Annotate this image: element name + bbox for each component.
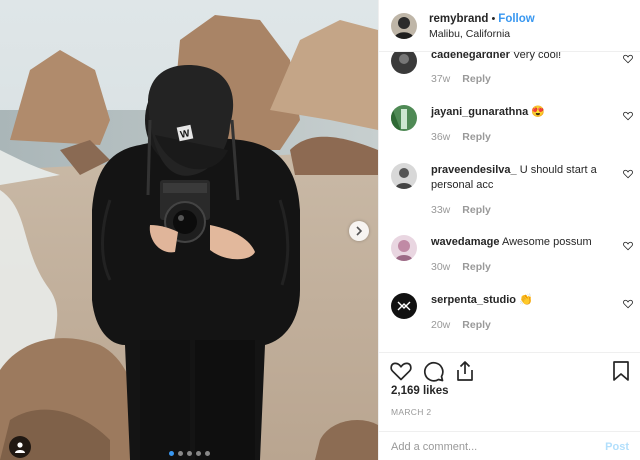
comment-text: serpenta_studio 👏 [431, 293, 616, 308]
reply-button[interactable]: Reply [462, 131, 491, 143]
commenter-avatar[interactable] [391, 235, 417, 261]
carousel-indicator [0, 451, 378, 456]
avatar-image [391, 105, 417, 131]
follow-button[interactable]: Follow [498, 13, 534, 25]
commenter-avatar[interactable] [391, 105, 417, 131]
photo-scene: W [0, 0, 378, 460]
comment-meta: 20w Reply [431, 319, 491, 331]
carousel-dot [195, 451, 201, 456]
comment-time[interactable]: 36w [431, 131, 450, 143]
post-comment-button[interactable]: Post [605, 441, 629, 453]
header-separator: • [491, 12, 496, 25]
comment-time[interactable]: 37w [431, 73, 450, 85]
reply-button[interactable]: Reply [462, 73, 491, 85]
comment-text: praveendesilva_ U should start a persona… [431, 163, 616, 193]
commenter-avatar[interactable] [391, 163, 417, 189]
comment-message: Awesome possum [501, 236, 592, 248]
comment-input[interactable] [391, 440, 606, 453]
heart-icon[interactable] [623, 111, 633, 121]
post-header: remybrand • Follow Malibu, California [379, 0, 640, 52]
comments-list[interactable]: cadenegardner Very cool! 37w Reply jayan… [379, 40, 640, 352]
bookmark-icon[interactable] [609, 359, 633, 383]
comment-text: wavedamage Awesome possum [431, 235, 616, 250]
chevron-right-icon [356, 226, 363, 236]
comment-meta: 36w Reply [431, 131, 491, 143]
heart-icon[interactable] [623, 169, 633, 179]
author-username[interactable]: remybrand [429, 13, 488, 25]
reply-button[interactable]: Reply [462, 261, 491, 273]
avatar-image [391, 163, 417, 189]
comment-meta: 37w Reply [431, 73, 491, 85]
heart-icon[interactable] [623, 299, 633, 309]
share-icon[interactable] [453, 359, 477, 383]
comment-time[interactable]: 30w [431, 261, 450, 273]
avatar-image [391, 293, 417, 319]
post-date[interactable]: MARCH 2 [391, 407, 431, 417]
comment-username[interactable]: serpenta_studio [431, 294, 516, 306]
reply-button[interactable]: Reply [462, 319, 491, 331]
carousel-dot [177, 451, 183, 456]
author-avatar[interactable] [391, 12, 417, 39]
carousel-dot [204, 451, 210, 456]
post-location[interactable]: Malibu, California [429, 27, 535, 42]
reply-button[interactable]: Reply [462, 204, 491, 216]
comment-meta: 33w Reply [431, 204, 491, 216]
commenter-avatar[interactable] [391, 293, 417, 319]
post-side-panel: remybrand • Follow Malibu, California cade… [378, 0, 640, 460]
carousel-dot-active [168, 451, 174, 456]
post-photo[interactable]: W [0, 0, 378, 460]
carousel-dot [186, 451, 192, 456]
comment-message: 👏 [519, 294, 533, 306]
comment-username[interactable]: wavedamage [431, 236, 499, 248]
like-heart-icon[interactable] [389, 359, 413, 383]
comment-username[interactable]: praveendesilva_ [431, 164, 517, 176]
comment-meta: 30w Reply [431, 261, 491, 273]
post-actions: 2,169 likes MARCH 2 Post [379, 352, 640, 460]
comment-time[interactable]: 20w [431, 319, 450, 331]
comment-icon[interactable] [421, 359, 445, 383]
comment-text: jayani_gunarathna 😍 [431, 105, 616, 120]
comment-message: 😍 [531, 106, 545, 118]
avatar-image [391, 12, 417, 39]
heart-icon[interactable] [623, 54, 633, 64]
comment-username[interactable]: jayani_gunarathna [431, 106, 528, 118]
next-photo-button[interactable] [349, 221, 369, 241]
comment-time[interactable]: 33w [431, 204, 450, 216]
author-info: remybrand • Follow Malibu, California [429, 10, 535, 42]
instagram-post: W remybrand • Follow Malibu, California … [0, 0, 640, 460]
avatar-image [391, 235, 417, 261]
heart-icon[interactable] [623, 241, 633, 251]
likes-count[interactable]: 2,169 likes [391, 385, 449, 397]
add-comment-bar: Post [379, 431, 640, 460]
